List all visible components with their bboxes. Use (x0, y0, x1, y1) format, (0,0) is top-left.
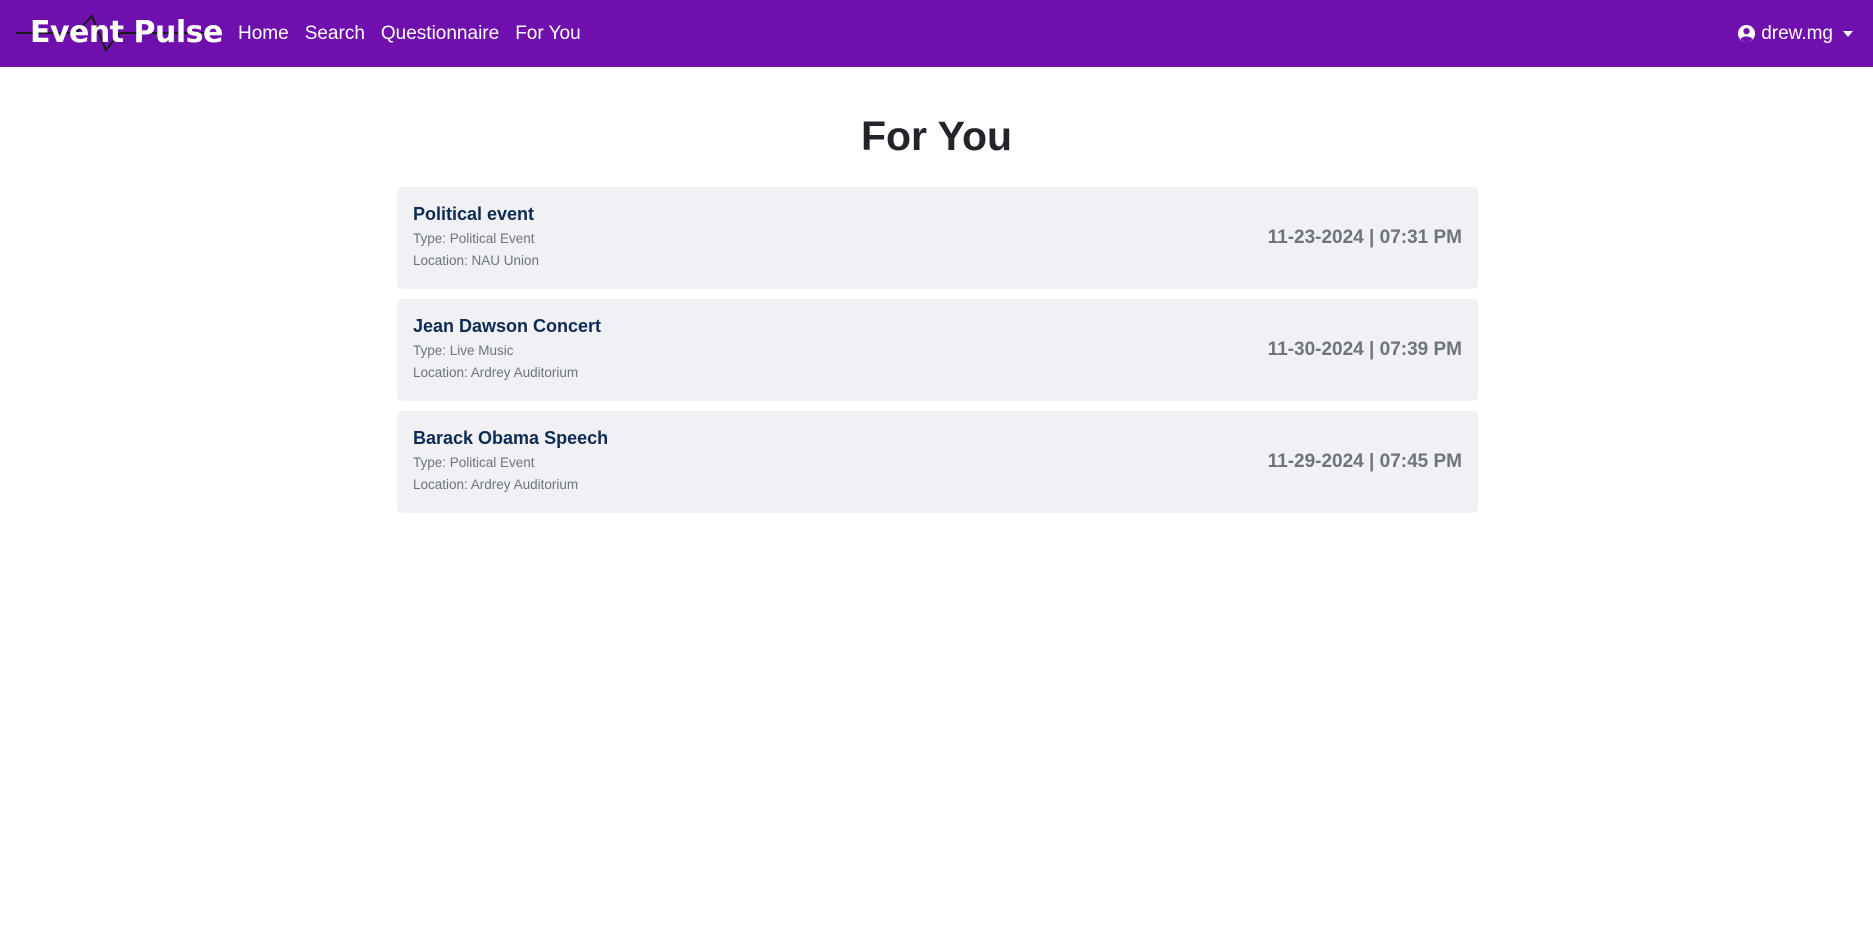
chevron-down-icon (1843, 30, 1853, 37)
nav-link-questionnaire[interactable]: Questionnaire (381, 23, 499, 45)
event-type: Type: Political Event (413, 455, 535, 470)
event-location: Location: Ardrey Auditorium (413, 365, 579, 380)
event-type: Type: Live Music (413, 343, 514, 358)
event-datetime: 11-30-2024 | 07:39 PM (1267, 339, 1462, 360)
brand-name: Event Pulse (30, 15, 223, 50)
nav-link-home[interactable]: Home (238, 23, 289, 45)
event-list: Political event Type: Political Event Lo… (397, 187, 1478, 523)
event-title: Political event (413, 204, 535, 224)
top-navbar: Event Pulse Home Search Questionnaire Fo… (0, 0, 1873, 67)
event-type: Type: Political Event (413, 231, 535, 246)
user-dropdown[interactable]: drew.mg (1737, 0, 1853, 67)
event-location: Location: Ardrey Auditorium (413, 477, 579, 492)
nav-link-search[interactable]: Search (305, 23, 365, 45)
nav-links: Home Search Questionnaire For You (238, 0, 597, 67)
event-card[interactable]: Jean Dawson Concert Type: Live Music Loc… (397, 299, 1478, 401)
event-datetime: 11-23-2024 | 07:31 PM (1267, 227, 1462, 248)
event-title: Barack Obama Speech (413, 428, 609, 448)
event-card[interactable]: Political event Type: Political Event Lo… (397, 187, 1478, 289)
username: drew.mg (1761, 22, 1833, 44)
nav-link-for-you[interactable]: For You (515, 23, 581, 45)
event-datetime: 11-29-2024 | 07:45 PM (1267, 451, 1462, 472)
brand-logo[interactable]: Event Pulse (16, 10, 223, 56)
user-circle-icon (1738, 24, 1756, 43)
event-location: Location: NAU Union (413, 253, 540, 268)
event-card[interactable]: Barack Obama Speech Type: Political Even… (397, 411, 1478, 513)
event-title: Jean Dawson Concert (413, 316, 602, 336)
page-title: For You (860, 113, 1013, 159)
